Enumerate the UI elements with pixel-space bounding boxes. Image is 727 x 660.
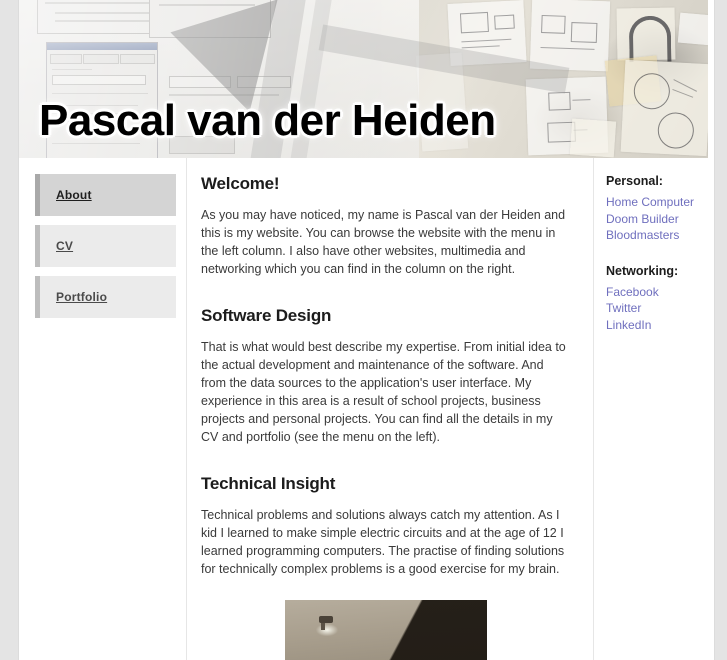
section-body-welcome: As you may have noticed, my name is Pasc…	[201, 208, 566, 276]
links-group-heading-networking: Networking:	[606, 263, 679, 278]
sidebar-item-cv[interactable]: CV	[35, 225, 176, 267]
page-container: Pascal van der Heiden About CV Portfolio…	[18, 0, 715, 660]
main-content: Welcome! As you may have noticed, my nam…	[187, 158, 594, 660]
link-doom-builder[interactable]: Doom Builder	[606, 211, 706, 228]
content-photo-ceiling-lamp	[285, 600, 487, 660]
sidebar-item-portfolio[interactable]: Portfolio	[35, 276, 176, 318]
link-home-computer[interactable]: Home Computer	[606, 194, 706, 211]
sidebar-navigation: About CV Portfolio	[19, 158, 187, 660]
section-body-software-design: That is what would best describe my expe…	[201, 340, 566, 444]
link-facebook[interactable]: Facebook	[606, 284, 706, 301]
link-bloodmasters[interactable]: Bloodmasters	[606, 227, 706, 244]
section-heading-software-design: Software Design	[201, 306, 332, 325]
link-twitter[interactable]: Twitter	[606, 300, 706, 317]
section-heading-welcome: Welcome!	[201, 174, 280, 193]
content-columns: About CV Portfolio Welcome! As you may h…	[19, 158, 714, 660]
links-group-heading-personal: Personal:	[606, 174, 663, 188]
lamp-fixture-icon	[319, 616, 333, 630]
site-title: Pascal van der Heiden	[39, 96, 496, 145]
section-body-technical-insight: Technical problems and solutions always …	[201, 508, 565, 576]
site-header-banner: Pascal van der Heiden	[19, 0, 708, 158]
section-heading-technical-insight: Technical Insight	[201, 474, 336, 493]
links-sidebar: Personal: Home Computer Doom Builder Blo…	[594, 158, 714, 660]
sidebar-item-about[interactable]: About	[35, 174, 176, 216]
link-linkedin[interactable]: LinkedIn	[606, 317, 706, 334]
